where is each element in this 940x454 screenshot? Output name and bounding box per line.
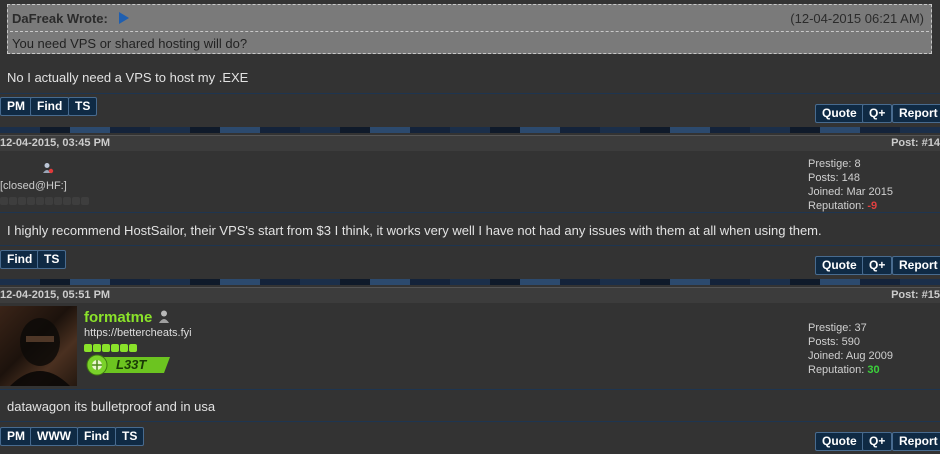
play-arrow-icon[interactable] — [119, 12, 129, 24]
divider — [0, 421, 940, 422]
quote-button[interactable]: Quote — [815, 104, 864, 123]
stat-reputation-label: Reputation: — [808, 200, 868, 212]
reputation-value[interactable]: -9 — [867, 200, 877, 212]
divider — [0, 245, 940, 246]
divider — [0, 212, 940, 213]
stat-posts: Posts: 590 — [808, 336, 860, 348]
quote-button[interactable]: Quote — [815, 432, 864, 451]
pm-button[interactable]: PM — [0, 97, 32, 116]
post-number[interactable]: Post: #15 — [891, 288, 940, 303]
pm-button[interactable]: PM — [0, 427, 32, 446]
quote-text: You need VPS or shared hosting will do? — [12, 36, 248, 51]
post-number[interactable]: Post: #14 — [891, 136, 940, 151]
divider — [0, 93, 940, 94]
quote-plus-button[interactable]: Q+ — [862, 432, 893, 451]
find-button[interactable]: Find — [30, 97, 70, 116]
user-offline-icon — [42, 162, 54, 177]
post-message: I highly recommend HostSailor, their VPS… — [7, 223, 822, 238]
post-date: 12-04-2015, 03:45 PM — [0, 137, 111, 149]
stat-prestige: Prestige: 8 — [808, 158, 861, 170]
quote-plus-button[interactable]: Q+ — [862, 256, 893, 275]
username[interactable]: formatme — [84, 309, 152, 326]
user-title: https://bettercheats.fyi — [84, 327, 192, 339]
reputation-value[interactable]: 30 — [867, 364, 879, 376]
reputation-dots — [0, 194, 90, 205]
ts-button[interactable]: TS — [68, 97, 98, 116]
user-stats: Prestige: 8 Posts: 148 Joined: Mar 2015 … — [808, 157, 893, 213]
stat-posts: Posts: 148 — [808, 172, 860, 184]
quote-date: (12-04-2015 06:21 AM) — [790, 11, 924, 26]
user-icon — [159, 310, 169, 326]
find-button[interactable]: Find — [0, 250, 40, 269]
badge-label: L33T — [116, 357, 147, 372]
divider — [0, 389, 940, 390]
user-stats: Prestige: 37 Posts: 590 Joined: Aug 2009… — [808, 321, 893, 377]
report-button[interactable]: Report — [892, 104, 940, 123]
post-message: datawagon its bulletproof and in usa — [7, 399, 216, 414]
stat-reputation-label: Reputation: — [808, 364, 868, 376]
post-separator — [0, 279, 940, 285]
report-button[interactable]: Report — [892, 432, 940, 451]
post-message: No I actually need a VPS to host my .EXE — [7, 70, 249, 85]
report-button[interactable]: Report — [892, 256, 940, 275]
stat-joined: Joined: Aug 2009 — [808, 350, 894, 362]
avatar-image[interactable] — [0, 306, 77, 386]
l33t-badge-icon: L33T — [86, 354, 170, 376]
post-header: 12-04-2015, 05:51 PM Post: #15 — [0, 287, 940, 303]
quote-block: DaFreak Wrote: (12-04-2015 06:21 AM) You… — [7, 4, 932, 54]
ts-button[interactable]: TS — [37, 250, 67, 269]
stat-prestige: Prestige: 37 — [808, 322, 867, 334]
reputation-dots — [84, 341, 138, 352]
www-button[interactable]: WWW — [30, 427, 78, 446]
stat-joined: Joined: Mar 2015 — [808, 186, 893, 198]
post-header: 12-04-2015, 03:45 PM Post: #14 — [0, 135, 940, 151]
find-button[interactable]: Find — [77, 427, 117, 446]
quote-author: DaFreak Wrote: — [12, 11, 108, 26]
ts-button[interactable]: TS — [115, 427, 145, 446]
quote-button[interactable]: Quote — [815, 256, 864, 275]
user-title: [closed@HF:] — [0, 180, 67, 192]
post-separator — [0, 127, 940, 133]
quote-divider — [10, 31, 929, 32]
post-date: 12-04-2015, 05:51 PM — [0, 289, 111, 301]
quote-plus-button[interactable]: Q+ — [862, 104, 893, 123]
